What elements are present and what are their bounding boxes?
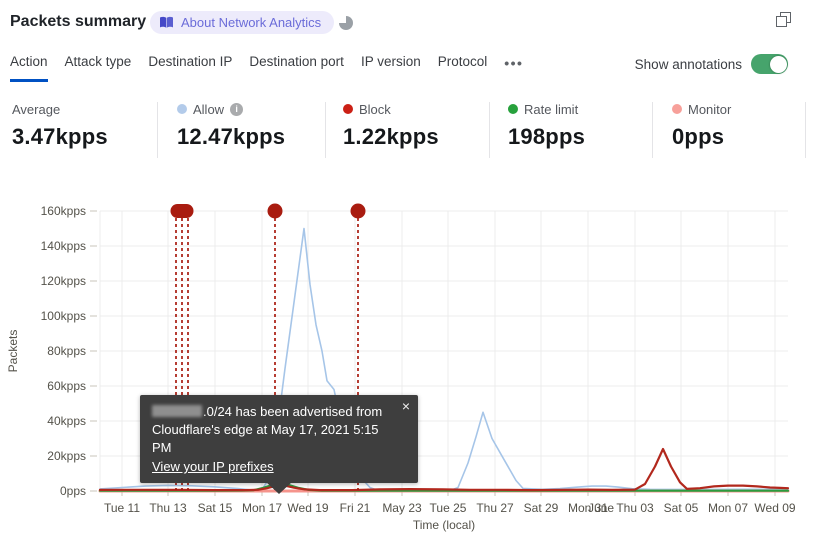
tooltip-caret	[266, 482, 292, 494]
y-axis-title: Packets	[6, 330, 20, 373]
x-tick-label: Tue 25	[430, 501, 467, 515]
x-tick-label: Tue 11	[104, 501, 140, 515]
x-tick-label: Wed 19	[287, 501, 328, 515]
annotation-tooltip: × .0/24 has been advertised from Cloudfl…	[140, 395, 418, 494]
x-tick-label: Thu 27	[476, 501, 514, 515]
y-tick-label: 120kpps	[41, 274, 86, 288]
packets-summary-panel: Packets summary About Network Analytics …	[0, 0, 816, 545]
x-tick-label: Sat 29	[524, 501, 559, 515]
annotation-marker[interactable]	[350, 203, 366, 219]
view-ip-prefixes-link[interactable]: View your IP prefixes	[152, 458, 274, 476]
y-tick-label: 0pps	[60, 484, 86, 498]
x-tick-label: Sat 15	[198, 501, 233, 515]
x-tick-label: Mon 07	[708, 501, 748, 515]
x-tick-label: Mon 17	[242, 501, 282, 515]
x-tick-label: Wed 09	[754, 501, 795, 515]
y-tick-label: 20kpps	[47, 449, 86, 463]
tooltip-line2: Cloudflare's edge at May 17, 2021 5:15 P…	[152, 422, 379, 455]
y-tick-label: 140kpps	[41, 239, 86, 253]
x-tick-label: Thu 13	[149, 501, 187, 515]
y-tick-label: 60kpps	[47, 379, 86, 393]
tooltip-line1: .0/24 has been advertised from	[152, 403, 394, 421]
x-tick-label: Fri 21	[340, 501, 371, 515]
x-tick-label: May 23	[382, 501, 422, 515]
y-tick-label: 160kpps	[41, 204, 86, 218]
tooltip-close-icon[interactable]: ×	[402, 399, 410, 413]
x-tick-label: Thu 03	[616, 501, 654, 515]
x-tick-label: Sat 05	[664, 501, 699, 515]
x-axis-title: Time (local)	[413, 518, 475, 532]
y-tick-label: 100kpps	[41, 309, 86, 323]
redacted-ip-prefix	[152, 405, 202, 417]
annotation-marker[interactable]	[170, 204, 194, 218]
annotation-marker[interactable]	[267, 203, 283, 219]
x-tick-label: June	[588, 501, 614, 515]
y-tick-label: 40kpps	[47, 414, 86, 428]
y-tick-label: 80kpps	[47, 344, 86, 358]
